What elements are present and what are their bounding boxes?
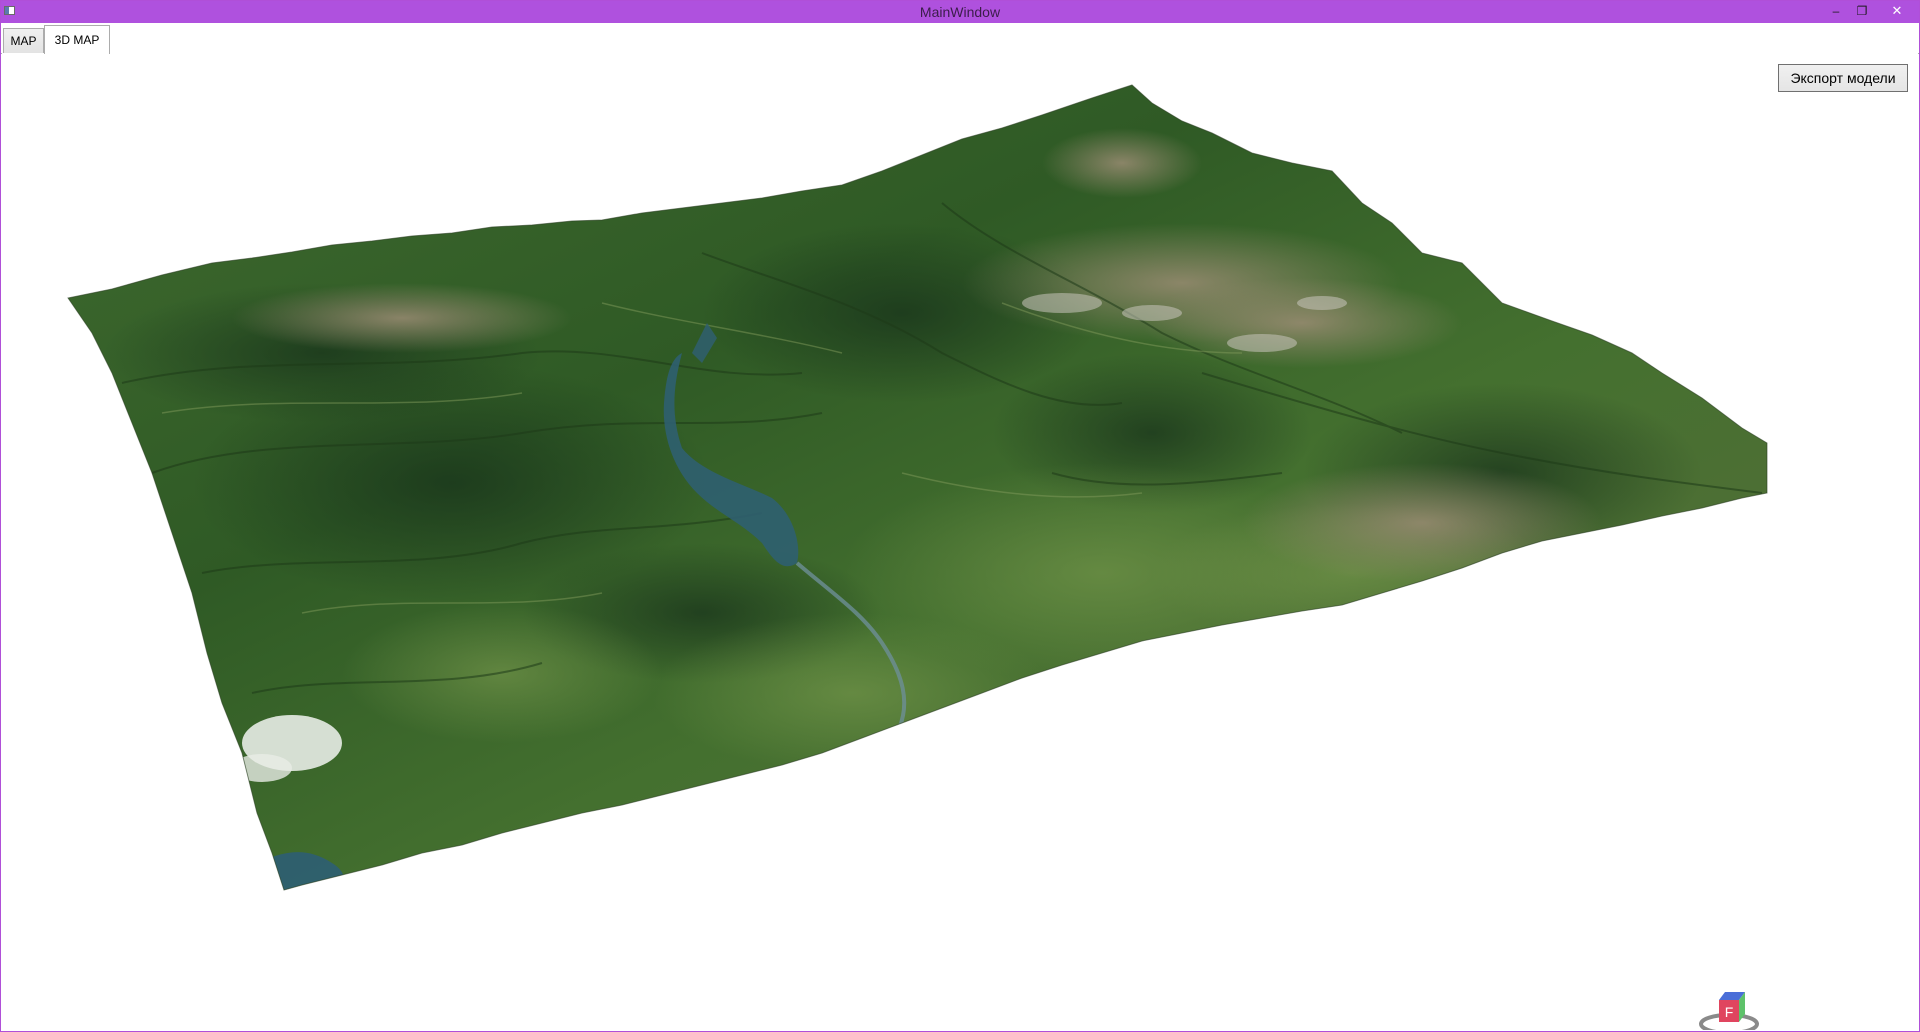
title-bar[interactable]: MainWindow – ❐ ✕ <box>1 1 1919 23</box>
terrain-model[interactable] <box>2 53 1918 1030</box>
main-window: MainWindow – ❐ ✕ MAP 3D MAP ▶bing Экспор… <box>0 0 1920 1032</box>
window-title: MainWindow <box>919 4 1001 20</box>
tab-map[interactable]: MAP <box>3 28 44 53</box>
view-cube-icon[interactable]: F <box>1694 978 1764 1030</box>
export-model-button[interactable]: Экспорт модели <box>1778 64 1908 92</box>
window-controls: – ❐ ✕ <box>1823 1 1919 23</box>
minimize-button[interactable]: – <box>1823 1 1849 21</box>
close-button[interactable]: ✕ <box>1875 1 1919 21</box>
tab-bar: MAP 3D MAP <box>1 23 1919 54</box>
view-cube-front-label: F <box>1725 1004 1734 1020</box>
map-3d-view[interactable]: ▶bing Экспорт модели F <box>2 53 1918 1030</box>
restore-button[interactable]: ❐ <box>1849 1 1875 21</box>
tab-3d-map[interactable]: 3D MAP <box>44 25 110 54</box>
